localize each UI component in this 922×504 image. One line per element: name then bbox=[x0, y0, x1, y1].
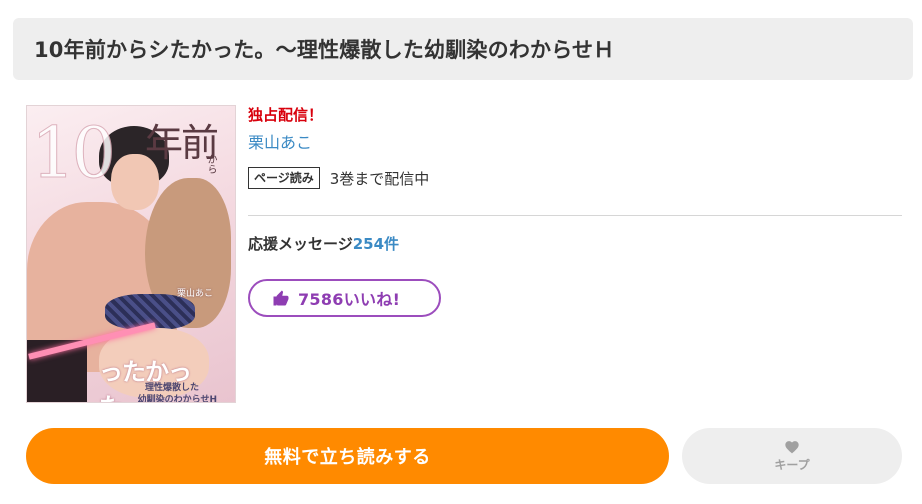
thumbs-up-icon bbox=[273, 290, 289, 306]
support-messages[interactable]: 応援メッセージ254件 bbox=[248, 233, 399, 255]
read-free-label: 無料で立ち読みする bbox=[264, 447, 431, 468]
support-count: 254件 bbox=[352, 235, 400, 253]
like-count-label: 7586いいね! bbox=[298, 290, 401, 309]
cover-side-text: から bbox=[205, 154, 216, 174]
format-row: ページ読み 3巻まで配信中 bbox=[248, 166, 902, 190]
book-info: 独占配信！ 栗山あこ ページ読み 3巻まで配信中 応援メッセージ254件 bbox=[248, 104, 902, 253]
book-cover[interactable]: 10 年前 から 栗山あこ ったかった。 理性爆散した 幼馴染のわからせH bbox=[26, 105, 236, 403]
support-label: 応援メッセージ bbox=[248, 235, 353, 253]
author-link[interactable]: 栗山あこ bbox=[248, 132, 312, 154]
format-badge: ページ読み bbox=[248, 167, 320, 189]
read-free-button[interactable]: 無料で立ち読みする bbox=[26, 428, 669, 484]
cover-author-mark: 栗山あこ bbox=[177, 289, 214, 299]
divider bbox=[248, 215, 902, 216]
cover-subtitle-line2: 幼馴染のわからせH bbox=[137, 395, 217, 403]
title-bar: 10年前からシたかった。～理性爆散した幼馴染のわからせＨ bbox=[13, 18, 913, 80]
cover-number: 10 bbox=[30, 112, 116, 195]
distribution-status: 3巻まで配信中 bbox=[329, 169, 430, 188]
keep-label: キープ bbox=[774, 458, 810, 472]
heart-icon bbox=[785, 441, 799, 454]
page-title: 10年前からシたかった。～理性爆散した幼馴染のわからせＨ bbox=[34, 38, 615, 62]
like-button[interactable]: 7586いいね! bbox=[248, 279, 441, 317]
keep-button[interactable]: キープ bbox=[682, 428, 902, 484]
exclusive-label: 独占配信！ bbox=[248, 106, 324, 124]
